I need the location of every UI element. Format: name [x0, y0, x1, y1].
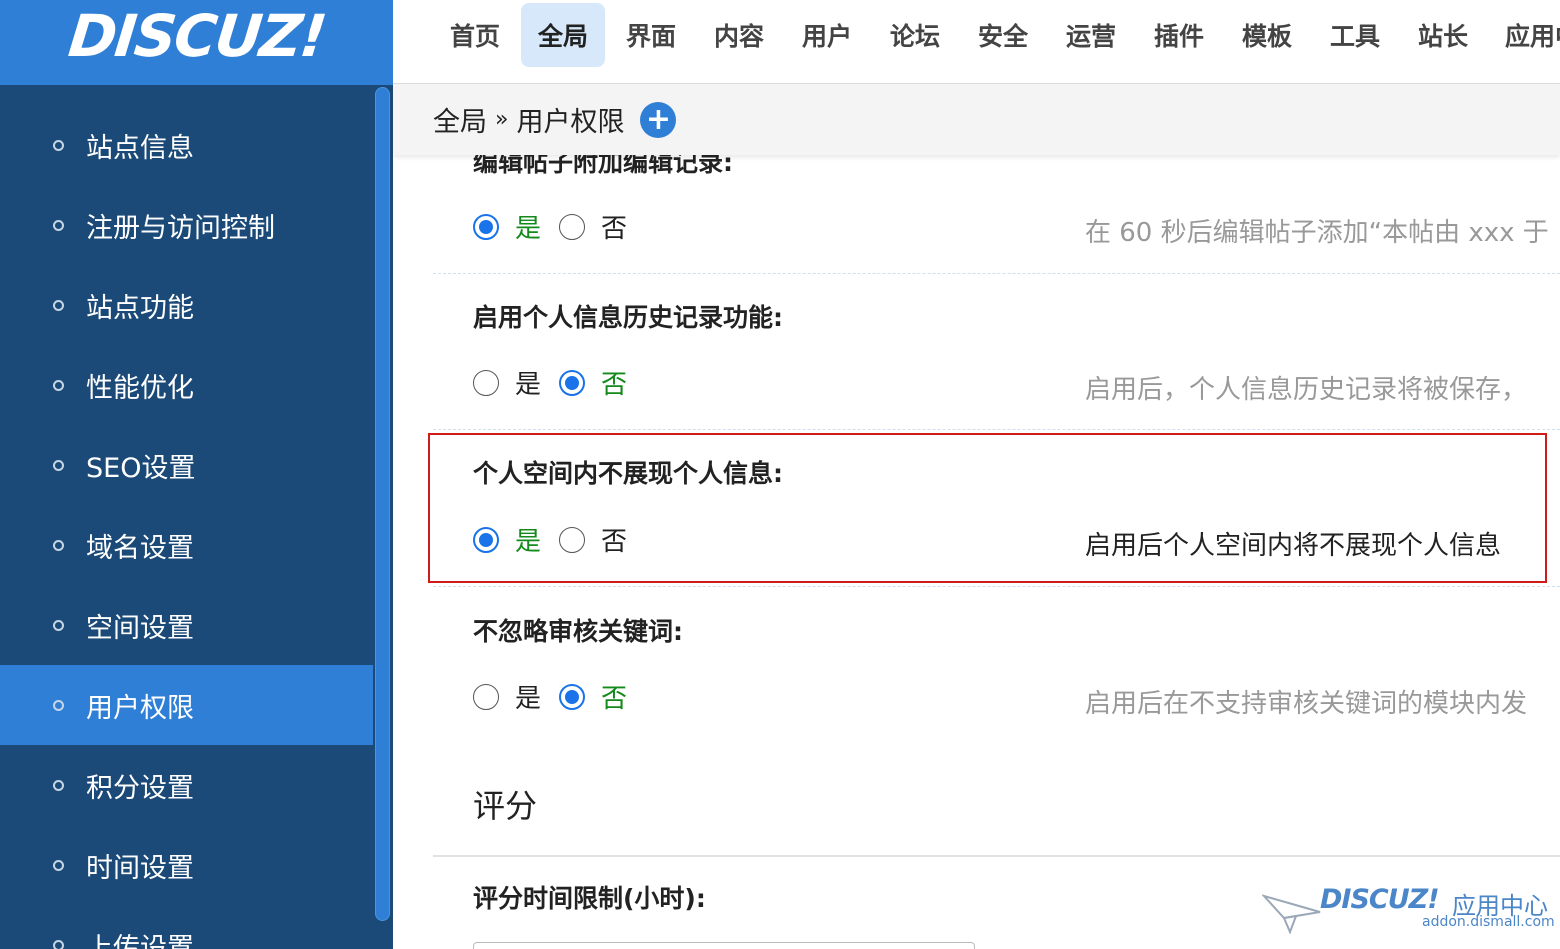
radio-group-edit-record: 是 否: [473, 208, 645, 245]
nav-item-content[interactable]: 内容: [697, 3, 781, 67]
bullet-icon: [53, 859, 64, 871]
divider: [433, 273, 1560, 274]
nav-item-interface[interactable]: 界面: [609, 3, 693, 67]
top-nav: 首页 全局 界面 内容 用户 论坛 安全 运营 插件 模板 工具 站长 应用中: [393, 0, 1560, 84]
radio-yes[interactable]: [473, 526, 499, 553]
sidebar-item-site-features[interactable]: 站点功能: [0, 265, 373, 345]
sidebar-item-credits[interactable]: 积分设置: [0, 745, 373, 825]
breadcrumb-parent[interactable]: 全局: [433, 100, 487, 139]
setting-description: 启用后在不支持审核关键词的模块内发: [1085, 689, 1528, 719]
add-icon[interactable]: +: [640, 101, 677, 138]
rating-time-input[interactable]: [473, 942, 975, 949]
bullet-icon: [53, 299, 64, 311]
logo-text: DISCUZ!: [65, 1, 328, 70]
nav-item-plugins[interactable]: 插件: [1137, 3, 1221, 67]
radio-no[interactable]: [559, 526, 586, 553]
settings-content: 编辑帖子附加编辑记录: 是 否 在 60 秒后编辑帖子添加“本帖由 xxx 于 …: [433, 155, 1560, 949]
watermark: DISCUZ! 应用中心 addon.dismall.com: [1262, 884, 1555, 940]
watermark-brand: DISCUZ!: [1320, 884, 1440, 915]
nav-item-apps[interactable]: 应用中: [1489, 3, 1560, 67]
sidebar-item-site-info[interactable]: 站点信息: [0, 105, 373, 185]
radio-group-hide-profile: 是 否: [473, 521, 645, 558]
nav-item-global[interactable]: 全局: [521, 3, 605, 67]
sidebar-item-space[interactable]: 空间设置: [0, 585, 373, 665]
bullet-icon: [53, 379, 64, 391]
sidebar-item-seo[interactable]: SEO设置: [0, 425, 373, 505]
radio-yes[interactable]: [473, 369, 499, 396]
sidebar-item-label: 用户权限: [86, 692, 194, 724]
sidebar-item-registration[interactable]: 注册与访问控制: [0, 185, 373, 265]
divider: [433, 429, 1560, 430]
setting-title: 评分时间限制(小时):: [473, 884, 706, 913]
setting-title: 个人空间内不展现个人信息:: [473, 459, 783, 488]
sidebar-item-label: 注册与访问控制: [86, 212, 275, 244]
breadcrumb-separator: »: [495, 107, 509, 132]
sidebar-item-time[interactable]: 时间设置: [0, 825, 373, 905]
bullet-icon: [53, 459, 64, 471]
radio-yes-label[interactable]: 是: [515, 521, 541, 558]
sidebar-item-label: 空间设置: [86, 612, 194, 644]
sidebar-item-domain[interactable]: 域名设置: [0, 505, 373, 585]
sidebar-item-performance[interactable]: 性能优化: [0, 345, 373, 425]
bullet-icon: [53, 779, 64, 791]
setting-title: 启用个人信息历史记录功能:: [473, 303, 783, 332]
sidebar-item-upload[interactable]: 上传设置: [0, 905, 373, 949]
bullet-icon: [53, 219, 64, 231]
radio-yes[interactable]: [473, 213, 499, 240]
radio-no[interactable]: [559, 213, 586, 240]
radio-yes-label[interactable]: 是: [515, 364, 541, 401]
nav-item-tools[interactable]: 工具: [1313, 3, 1397, 67]
radio-no-label[interactable]: 否: [601, 678, 627, 715]
radio-no[interactable]: [559, 369, 586, 396]
sidebar-item-label: SEO设置: [86, 452, 196, 484]
sidebar: 站点信息 注册与访问控制 站点功能 性能优化 SEO设置 域名设置 空间设置 用…: [0, 85, 393, 949]
nav-item-home[interactable]: 首页: [433, 3, 517, 67]
radio-yes-label[interactable]: 是: [515, 208, 541, 245]
radio-group-review-keywords: 是 否: [473, 678, 645, 715]
radio-group-profile-history: 是 否: [473, 364, 645, 401]
logo[interactable]: DISCUZ!: [0, 0, 393, 85]
breadcrumb: 全局 » 用户权限 +: [393, 84, 1560, 155]
radio-yes[interactable]: [473, 683, 499, 710]
nav-item-users[interactable]: 用户: [785, 3, 869, 67]
sidebar-item-label: 站点信息: [86, 132, 194, 164]
setting-title: 不忽略审核关键词:: [473, 617, 683, 646]
setting-description: 启用后个人空间内将不展现个人信息: [1085, 531, 1502, 561]
nav-item-security[interactable]: 安全: [961, 3, 1045, 67]
sidebar-scrollbar-thumb[interactable]: [375, 87, 390, 921]
bullet-icon: [53, 699, 64, 711]
bullet-icon: [53, 539, 64, 551]
radio-no[interactable]: [559, 683, 586, 710]
nav-item-forum[interactable]: 论坛: [873, 3, 957, 67]
section-title: 评分: [473, 787, 538, 825]
sidebar-item-label: 上传设置: [86, 932, 194, 949]
radio-no-label[interactable]: 否: [601, 521, 627, 558]
watermark-url: addon.dismall.com: [1422, 914, 1555, 930]
paper-plane-icon: [1262, 894, 1321, 934]
bullet-icon: [53, 939, 64, 949]
sidebar-item-label: 站点功能: [86, 292, 194, 324]
setting-title: 编辑帖子附加编辑记录:: [473, 155, 733, 177]
sidebar-item-label: 性能优化: [86, 372, 194, 404]
breadcrumb-current: 用户权限: [516, 107, 625, 138]
sidebar-item-label: 积分设置: [86, 772, 194, 804]
nav-item-webmaster[interactable]: 站长: [1401, 3, 1485, 67]
sidebar-item-label: 域名设置: [86, 532, 194, 564]
bullet-icon: [53, 139, 64, 151]
nav-item-templates[interactable]: 模板: [1225, 3, 1309, 67]
bullet-icon: [53, 619, 64, 631]
setting-description: 在 60 秒后编辑帖子添加“本帖由 xxx 于: [1085, 218, 1549, 248]
setting-description: 启用后，个人信息历史记录将被保存，: [1085, 375, 1528, 405]
divider: [433, 586, 1560, 587]
radio-yes-label[interactable]: 是: [515, 678, 541, 715]
sidebar-item-user-permissions[interactable]: 用户权限: [0, 665, 373, 745]
section-divider: [433, 855, 1560, 857]
nav-item-operations[interactable]: 运营: [1049, 3, 1133, 67]
radio-no-label[interactable]: 否: [601, 364, 627, 401]
sidebar-item-label: 时间设置: [86, 852, 194, 884]
radio-no-label[interactable]: 否: [601, 208, 627, 245]
sidebar-scrollbar[interactable]: [373, 85, 393, 949]
